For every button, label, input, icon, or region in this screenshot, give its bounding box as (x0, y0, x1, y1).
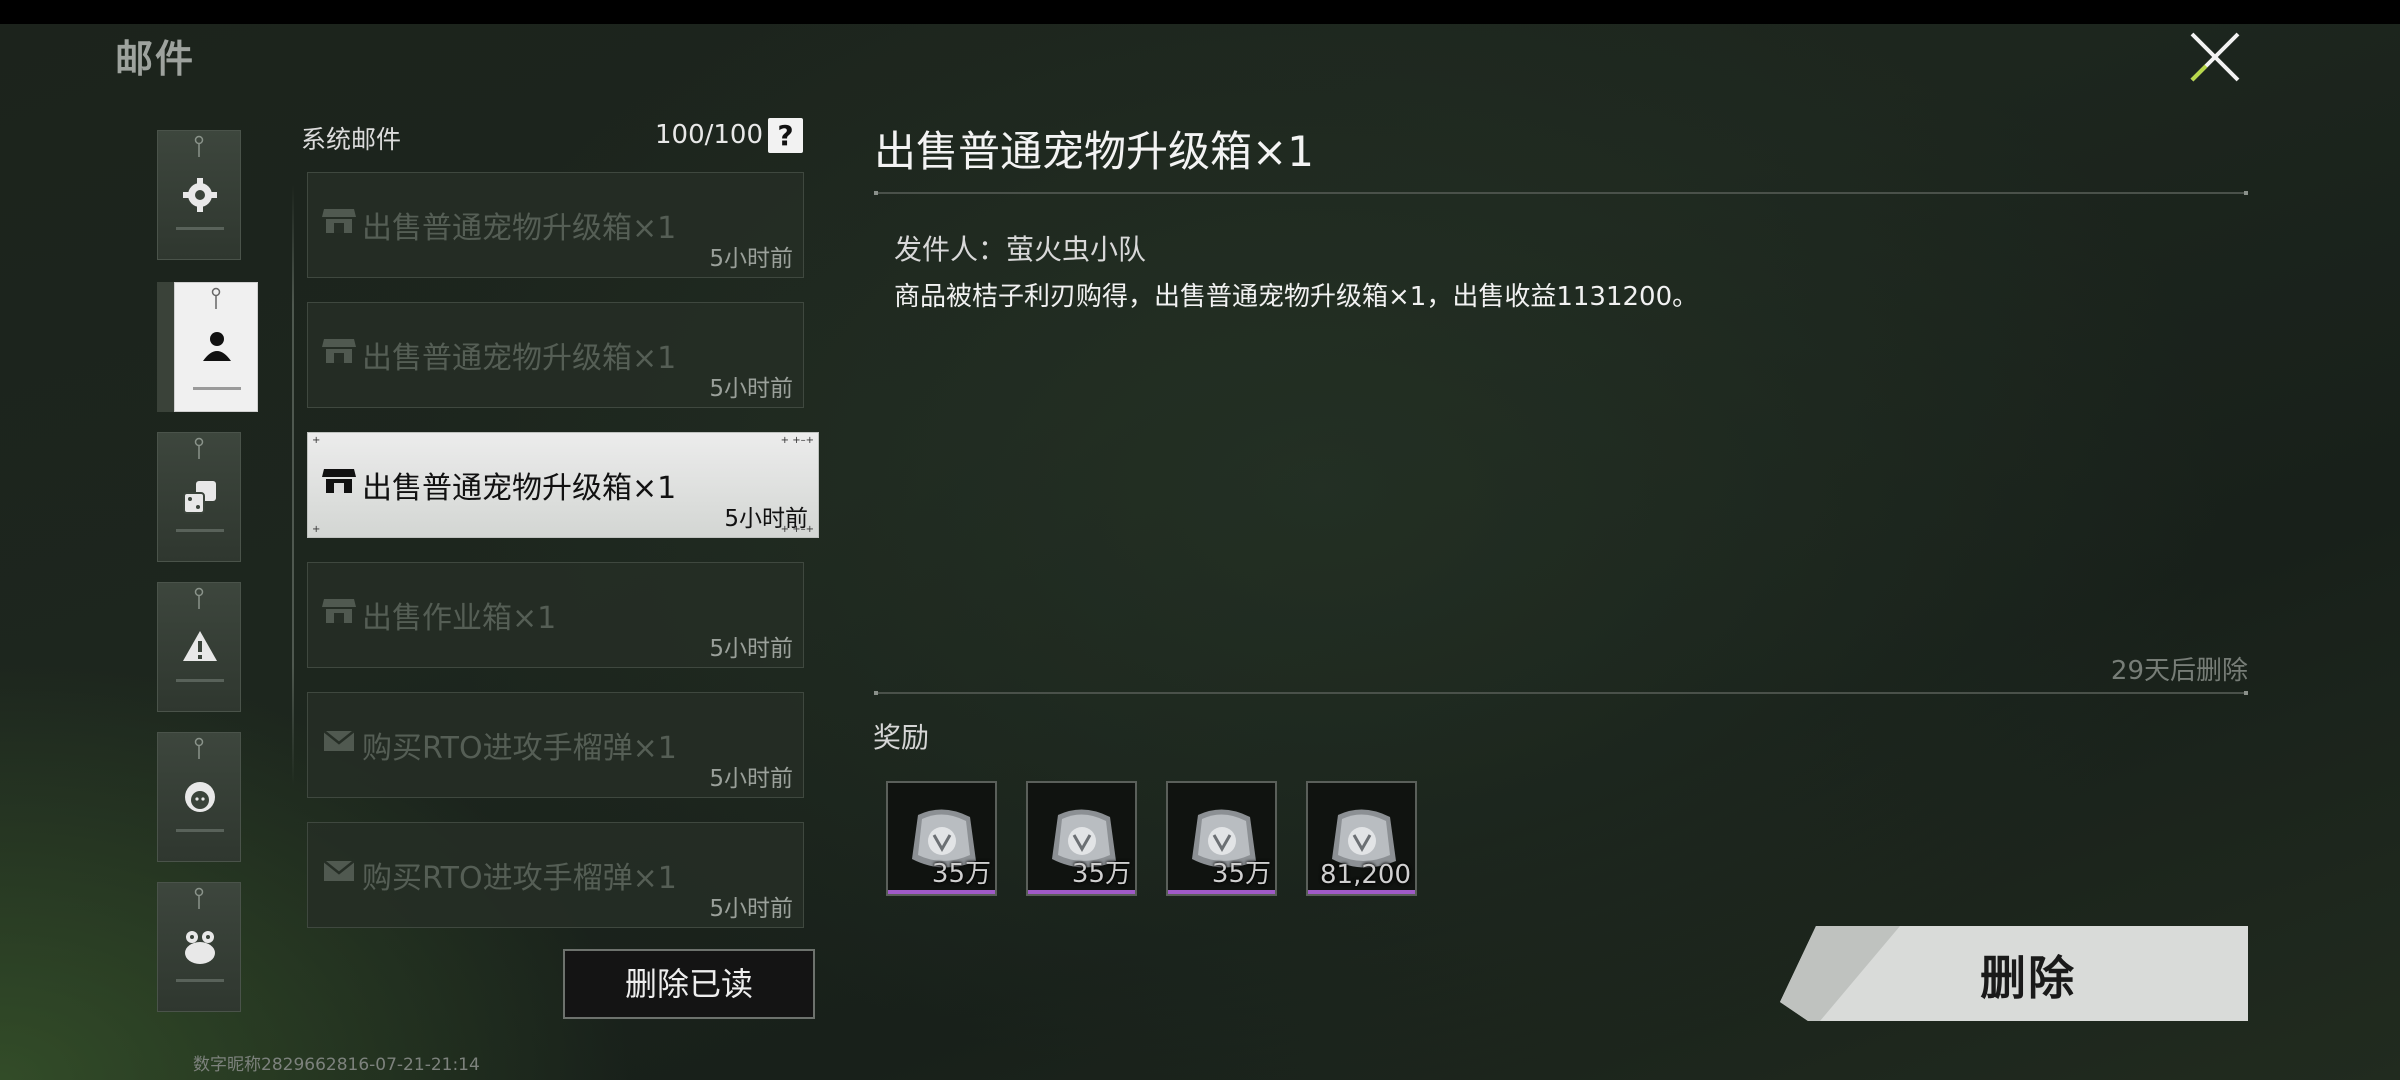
mail-item-selected[interactable]: + + +–+ + + +–+ 出售普通宠物升级箱×1 5小时前 (307, 432, 819, 538)
reward-item[interactable]: 35万 (886, 781, 997, 896)
person-icon (203, 332, 231, 361)
pin-icon (194, 587, 204, 609)
mail-detail-title: 出售普通宠物升级箱×1 (874, 127, 1314, 176)
category-tab-personal[interactable] (174, 282, 258, 412)
delete-button[interactable]: 删除 (1780, 926, 2248, 1021)
mail-time: 5小时前 (724, 506, 808, 532)
girl-face-icon (185, 782, 215, 812)
mail-time: 5小时前 (709, 376, 793, 402)
reward-quantity: 35万 (1211, 859, 1271, 889)
help-icon[interactable]: ? (768, 118, 803, 153)
envelope-icon (323, 730, 355, 751)
shop-icon (322, 469, 356, 493)
mail-sender: 发件人：萤火虫小队 (894, 233, 1147, 266)
pin-icon (211, 287, 221, 309)
close-icon (2190, 32, 2240, 82)
mail-subject: 购买RTO进攻手榴弹×1 (362, 731, 677, 766)
category-tab-settings[interactable] (157, 130, 241, 260)
frog-icon (185, 931, 215, 964)
mail-subject: 出售作业箱×1 (362, 601, 557, 636)
mail-time: 5小时前 (709, 636, 793, 662)
mail-subject: 出售普通宠物升级箱×1 (362, 341, 677, 376)
reward-item[interactable]: 35万 (1166, 781, 1277, 896)
reward-quantity: 35万 (931, 859, 991, 889)
warning-icon (183, 631, 217, 661)
status-bar (0, 0, 2400, 24)
pin-icon (194, 737, 204, 759)
expire-notice: 29天后删除 (2110, 656, 2248, 686)
mail-subject: 购买RTO进攻手榴弹×1 (362, 861, 677, 896)
mail-item[interactable]: 购买RTO进攻手榴弹×1 5小时前 (307, 822, 804, 928)
mail-list-title: 系统邮件 (301, 125, 402, 154)
category-tab-alerts[interactable] (157, 582, 241, 712)
player-id-watermark: 数字昵称2829662816-07-21-21:14 (193, 1055, 480, 1075)
pin-icon (194, 437, 204, 459)
mail-item[interactable]: 出售普通宠物升级箱×1 5小时前 (307, 172, 804, 278)
category-tab-pets[interactable] (157, 882, 241, 1012)
reward-item[interactable]: 35万 (1026, 781, 1137, 896)
mail-item[interactable]: 购买RTO进攻手榴弹×1 5小时前 (307, 692, 804, 798)
page-title: 邮件 (115, 37, 196, 81)
mail-item[interactable]: 出售作业箱×1 5小时前 (307, 562, 804, 668)
delete-read-button[interactable]: 删除已读 (563, 949, 815, 1019)
envelope-icon (323, 860, 355, 881)
mail-time: 5小时前 (709, 766, 793, 792)
category-tab-friends[interactable] (157, 732, 241, 862)
divider (874, 691, 2248, 695)
pin-icon (194, 887, 204, 909)
reward-label: 奖励 (873, 721, 930, 754)
divider (874, 191, 2248, 195)
category-tab-events[interactable] (157, 432, 241, 562)
shop-icon (322, 599, 356, 623)
mail-subject: 出售普通宠物升级箱×1 (362, 211, 677, 246)
mail-time: 5小时前 (709, 896, 793, 922)
pin-icon (194, 135, 204, 157)
mail-time: 5小时前 (709, 246, 793, 272)
list-divider (292, 185, 294, 785)
shop-icon (322, 339, 356, 363)
mail-item[interactable]: 出售普通宠物升级箱×1 5小时前 (307, 302, 804, 408)
reward-item[interactable]: 81,200 (1306, 781, 1417, 896)
dice-icon (183, 481, 216, 514)
mail-body: 商品被桔子利刃购得，出售普通宠物升级箱×1，出售收益1131200。 (894, 282, 1699, 312)
shop-icon (322, 209, 356, 233)
close-button[interactable] (2186, 28, 2244, 86)
delete-label: 删除 (1980, 951, 2076, 1005)
mail-count: 100/100 (655, 120, 764, 150)
mail-subject: 出售普通宠物升级箱×1 (362, 471, 677, 506)
gear-icon (183, 178, 217, 212)
reward-quantity: 81,200 (1320, 860, 1411, 890)
reward-quantity: 35万 (1071, 859, 1131, 889)
